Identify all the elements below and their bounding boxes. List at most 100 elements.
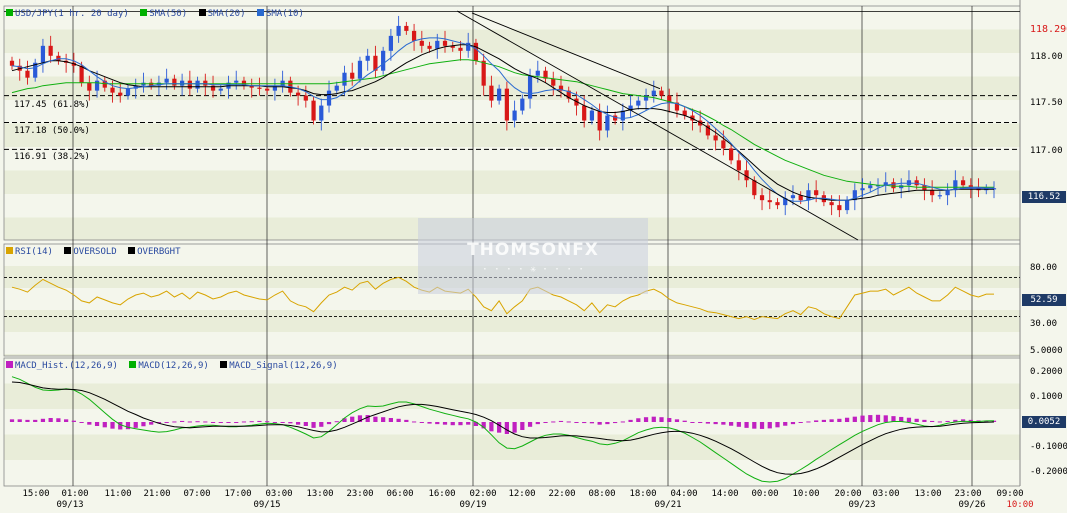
macd-hist-bar	[829, 419, 834, 422]
legend-item-rsi[interactable]: RSI(14)	[6, 247, 53, 257]
y-axis-area	[1020, 0, 1067, 513]
candle	[25, 70, 30, 78]
macd-hist-bar	[404, 419, 409, 422]
candle	[651, 90, 656, 96]
background-band	[4, 76, 1020, 100]
candle	[56, 55, 61, 61]
candle	[435, 40, 440, 49]
legend-item-sma50[interactable]: SMA(50)	[140, 9, 187, 19]
x-tick-label: 04:00	[670, 489, 698, 499]
macd-hist-bar	[535, 422, 540, 425]
y-tick-label: 5.0000	[1030, 346, 1063, 356]
rsi-value-badge: 52.59	[1022, 294, 1066, 306]
macd-hist-bar	[226, 422, 231, 423]
fib-label-500: 117.18 (50.0%)	[14, 126, 90, 136]
macd-hist-bar	[930, 420, 935, 422]
macd-hist-bar	[311, 422, 316, 428]
candle	[404, 25, 409, 31]
x-tick-label: 20:00	[834, 489, 862, 499]
macd-hist-bar	[520, 422, 525, 430]
macd-hist-bar	[489, 422, 494, 432]
macd-hist-bar	[721, 422, 726, 425]
macd-hist-bar	[713, 422, 718, 425]
y-high-label: 118.296	[1030, 24, 1067, 35]
background-band	[4, 29, 1020, 53]
macd-hist-bar	[852, 416, 857, 422]
background-band	[4, 383, 1020, 409]
candle	[504, 88, 509, 121]
x-tick-label: 22:00	[548, 489, 576, 499]
candle	[48, 45, 53, 56]
macd-hist-bar	[605, 422, 610, 425]
y-tick-label: 30.00	[1030, 319, 1058, 329]
legend-item-overbought[interactable]: OVERBGHT	[128, 247, 181, 257]
candle	[759, 195, 765, 201]
macd-hist-bar	[798, 422, 803, 423]
candle	[790, 195, 796, 199]
candle	[365, 55, 370, 61]
macd-hist-bar	[295, 422, 301, 425]
macd-hist-bar	[133, 422, 138, 428]
macd-hist-bar	[249, 421, 254, 423]
y-tick-label: 0.2000	[1030, 367, 1063, 377]
macd-hist-bar	[574, 422, 579, 423]
macd-hist-bar	[234, 422, 239, 423]
candle	[118, 92, 123, 96]
candle	[411, 30, 417, 41]
legend-item-macd-hist[interactable]: MACD_Hist.(12,26,9)	[6, 361, 118, 371]
legend-item-sma10[interactable]: SMA(10)	[256, 9, 304, 19]
fib-label-382: 116.91 (38.2%)	[14, 152, 90, 162]
macd-hist-bar	[651, 416, 656, 422]
background-band	[4, 310, 1020, 332]
y-tick-label: 0.1000	[1030, 392, 1063, 402]
candle	[311, 100, 316, 121]
macd-hist-bar	[102, 422, 107, 428]
macd-hist-bar	[759, 422, 765, 429]
candle	[388, 35, 393, 51]
candle	[319, 105, 324, 121]
x-tick-label: 23:00	[954, 489, 982, 499]
legend-item-oversold[interactable]: OVERSOLD	[64, 247, 117, 257]
x-tick-label: 00:00	[751, 489, 779, 499]
macd-hist-bar	[466, 422, 471, 425]
y-tick-label: 118.00	[1030, 52, 1063, 62]
watermark-ornament: · · · · ✳ · · · ·	[481, 264, 585, 275]
legend-item-price[interactable]: USD/JPY(1 hr. 20 day)	[6, 9, 129, 19]
macd-hist-bar	[210, 422, 216, 423]
macd-hist-bar	[17, 419, 22, 422]
macd-hist-bar	[690, 422, 695, 423]
candle	[520, 98, 525, 111]
macd-hist-bar	[821, 419, 826, 422]
candle	[767, 200, 772, 203]
legend-item-sma20[interactable]: SMA(20)	[198, 9, 246, 19]
macd-hist-bar	[64, 419, 69, 422]
macd-hist-bar	[837, 418, 842, 422]
x-tick-label: 09:00	[996, 489, 1024, 499]
background-band	[4, 170, 1020, 194]
candle	[868, 185, 873, 189]
macd-hist-bar	[620, 421, 625, 423]
macd-hist-bar	[149, 422, 154, 425]
macd-hist-bar	[783, 422, 788, 426]
x-tick-label: 10:00	[792, 489, 820, 499]
legend-item-macd[interactable]: MACD(12,26,9)	[129, 361, 209, 371]
x-tick-label: 01:00	[61, 489, 89, 499]
candle	[937, 195, 942, 197]
y-tick-label: -0.2000	[1030, 467, 1067, 477]
legend-swatch	[198, 9, 206, 16]
candle	[396, 25, 401, 36]
x-date-label: 09/13	[56, 500, 84, 510]
macd-hist-bar	[636, 418, 641, 422]
x-tick-label: 11:00	[104, 489, 132, 499]
candle	[837, 205, 842, 211]
candle	[187, 80, 192, 89]
legend-item-macd-signal[interactable]: MACD_Signal(12,26,9)	[220, 361, 338, 371]
macd-hist-bar	[736, 422, 741, 427]
macd-hist-bar	[180, 420, 185, 422]
macd-hist-bar	[125, 422, 131, 430]
x-tick-label: 17:00	[224, 489, 252, 499]
macd-hist-bar	[48, 418, 53, 422]
y-tick-label: -0.1000	[1030, 442, 1067, 452]
background-band	[4, 332, 1020, 354]
candle	[79, 65, 84, 83]
